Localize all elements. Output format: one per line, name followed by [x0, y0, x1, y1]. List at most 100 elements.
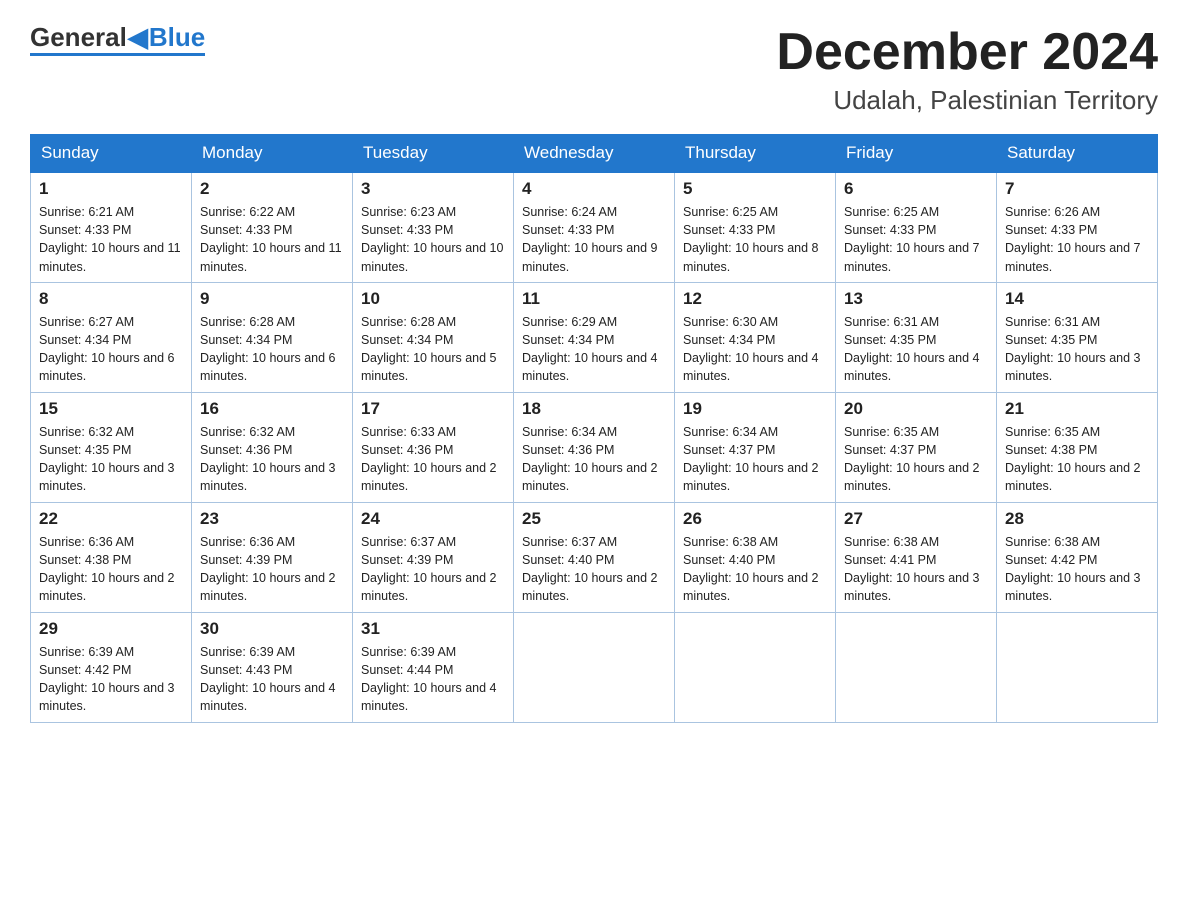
location-title: Udalah, Palestinian Territory [776, 85, 1158, 116]
day-number: 16 [200, 399, 344, 419]
page-header: General ◀ Blue December 2024 Udalah, Pal… [30, 24, 1158, 116]
calendar-cell: 20Sunrise: 6:35 AMSunset: 4:37 PMDayligh… [836, 392, 997, 502]
calendar-cell: 17 Sunrise: 6:33 AMSunset: 4:36 PMDayligh… [353, 392, 514, 502]
calendar-cell: 1Sunrise: 6:21 AMSunset: 4:33 PMDaylight… [31, 172, 192, 282]
day-number: 10 [361, 289, 505, 309]
day-detail: Sunrise: 6:30 AMSunset: 4:34 PMDaylight:… [683, 313, 827, 386]
day-detail: Sunrise: 6:32 AMSunset: 4:35 PMDaylight:… [39, 423, 183, 496]
day-detail: Sunrise: 6:39 AMSunset: 4:43 PMDaylight:… [200, 643, 344, 716]
calendar-cell: 29 Sunrise: 6:39 AMSunset: 4:42 PMDayligh… [31, 612, 192, 722]
col-header-tuesday: Tuesday [353, 135, 514, 173]
calendar-week-row: 29 Sunrise: 6:39 AMSunset: 4:42 PMDayligh… [31, 612, 1158, 722]
day-number: 25 [522, 509, 666, 529]
day-number: 5 [683, 179, 827, 199]
calendar-cell: 31Sunrise: 6:39 AMSunset: 4:44 PMDayligh… [353, 612, 514, 722]
title-block: December 2024 Udalah, Palestinian Territ… [776, 24, 1158, 116]
logo-general-text: General [30, 24, 127, 50]
calendar-cell: 25 Sunrise: 6:37 AMSunset: 4:40 PMDayligh… [514, 502, 675, 612]
day-detail: Sunrise: 6:32 AMSunset: 4:36 PMDaylight:… [200, 423, 344, 496]
calendar-week-row: 1Sunrise: 6:21 AMSunset: 4:33 PMDaylight… [31, 172, 1158, 282]
col-header-wednesday: Wednesday [514, 135, 675, 173]
day-detail: Sunrise: 6:36 AMSunset: 4:39 PMDaylight:… [200, 533, 344, 606]
day-detail: Sunrise: 6:33 AMSunset: 4:36 PMDaylight:… [361, 423, 505, 496]
calendar-cell: 8Sunrise: 6:27 AMSunset: 4:34 PMDaylight… [31, 282, 192, 392]
day-detail: Sunrise: 6:31 AMSunset: 4:35 PMDaylight:… [1005, 313, 1149, 386]
calendar-cell: 12 Sunrise: 6:30 AMSunset: 4:34 PMDayligh… [675, 282, 836, 392]
day-number: 28 [1005, 509, 1149, 529]
calendar-cell: 9Sunrise: 6:28 AMSunset: 4:34 PMDaylight… [192, 282, 353, 392]
calendar-cell: 16 Sunrise: 6:32 AMSunset: 4:36 PMDayligh… [192, 392, 353, 502]
logo: General ◀ Blue [30, 24, 205, 56]
day-detail: Sunrise: 6:23 AMSunset: 4:33 PMDaylight:… [361, 203, 505, 276]
day-detail: Sunrise: 6:31 AMSunset: 4:35 PMDaylight:… [844, 313, 988, 386]
day-detail: Sunrise: 6:22 AMSunset: 4:33 PMDaylight:… [200, 203, 344, 276]
calendar-week-row: 15Sunrise: 6:32 AMSunset: 4:35 PMDayligh… [31, 392, 1158, 502]
day-detail: Sunrise: 6:24 AMSunset: 4:33 PMDaylight:… [522, 203, 666, 276]
col-header-saturday: Saturday [997, 135, 1158, 173]
calendar-cell: 23 Sunrise: 6:36 AMSunset: 4:39 PMDayligh… [192, 502, 353, 612]
day-number: 1 [39, 179, 183, 199]
calendar-cell: 30 Sunrise: 6:39 AMSunset: 4:43 PMDayligh… [192, 612, 353, 722]
calendar-cell: 21 Sunrise: 6:35 AMSunset: 4:38 PMDayligh… [997, 392, 1158, 502]
calendar-cell [997, 612, 1158, 722]
calendar-cell: 4Sunrise: 6:24 AMSunset: 4:33 PMDaylight… [514, 172, 675, 282]
calendar-cell: 28Sunrise: 6:38 AMSunset: 4:42 PMDayligh… [997, 502, 1158, 612]
day-number: 2 [200, 179, 344, 199]
day-detail: Sunrise: 6:38 AMSunset: 4:41 PMDaylight:… [844, 533, 988, 606]
calendar-cell: 19 Sunrise: 6:34 AMSunset: 4:37 PMDayligh… [675, 392, 836, 502]
day-number: 24 [361, 509, 505, 529]
day-detail: Sunrise: 6:28 AMSunset: 4:34 PMDaylight:… [200, 313, 344, 386]
day-number: 19 [683, 399, 827, 419]
day-detail: Sunrise: 6:39 AMSunset: 4:42 PMDaylight:… [39, 643, 183, 716]
day-number: 21 [1005, 399, 1149, 419]
day-number: 11 [522, 289, 666, 309]
day-number: 30 [200, 619, 344, 639]
day-detail: Sunrise: 6:38 AMSunset: 4:40 PMDaylight:… [683, 533, 827, 606]
day-number: 7 [1005, 179, 1149, 199]
calendar-cell [514, 612, 675, 722]
calendar-cell: 27 Sunrise: 6:38 AMSunset: 4:41 PMDayligh… [836, 502, 997, 612]
calendar-cell: 24 Sunrise: 6:37 AMSunset: 4:39 PMDayligh… [353, 502, 514, 612]
calendar-week-row: 22Sunrise: 6:36 AMSunset: 4:38 PMDayligh… [31, 502, 1158, 612]
day-detail: Sunrise: 6:37 AMSunset: 4:39 PMDaylight:… [361, 533, 505, 606]
day-number: 14 [1005, 289, 1149, 309]
calendar-cell: 18 Sunrise: 6:34 AMSunset: 4:36 PMDayligh… [514, 392, 675, 502]
day-detail: Sunrise: 6:36 AMSunset: 4:38 PMDaylight:… [39, 533, 183, 606]
col-header-thursday: Thursday [675, 135, 836, 173]
day-number: 8 [39, 289, 183, 309]
day-detail: Sunrise: 6:29 AMSunset: 4:34 PMDaylight:… [522, 313, 666, 386]
day-number: 3 [361, 179, 505, 199]
day-detail: Sunrise: 6:37 AMSunset: 4:40 PMDaylight:… [522, 533, 666, 606]
calendar-cell [675, 612, 836, 722]
day-detail: Sunrise: 6:35 AMSunset: 4:38 PMDaylight:… [1005, 423, 1149, 496]
calendar-week-row: 8Sunrise: 6:27 AMSunset: 4:34 PMDaylight… [31, 282, 1158, 392]
day-number: 23 [200, 509, 344, 529]
calendar-cell: 2 Sunrise: 6:22 AMSunset: 4:33 PMDaylight… [192, 172, 353, 282]
day-detail: Sunrise: 6:35 AMSunset: 4:37 PMDaylight:… [844, 423, 988, 496]
calendar-table: SundayMondayTuesdayWednesdayThursdayFrid… [30, 134, 1158, 723]
day-detail: Sunrise: 6:34 AMSunset: 4:36 PMDaylight:… [522, 423, 666, 496]
day-number: 17 [361, 399, 505, 419]
calendar-cell: 22Sunrise: 6:36 AMSunset: 4:38 PMDayligh… [31, 502, 192, 612]
calendar-cell: 7 Sunrise: 6:26 AMSunset: 4:33 PMDaylight… [997, 172, 1158, 282]
day-number: 13 [844, 289, 988, 309]
day-number: 6 [844, 179, 988, 199]
calendar-cell [836, 612, 997, 722]
logo-underline [30, 53, 205, 56]
day-number: 27 [844, 509, 988, 529]
calendar-cell: 5 Sunrise: 6:25 AMSunset: 4:33 PMDaylight… [675, 172, 836, 282]
day-detail: Sunrise: 6:25 AMSunset: 4:33 PMDaylight:… [683, 203, 827, 276]
day-number: 29 [39, 619, 183, 639]
calendar-cell: 14 Sunrise: 6:31 AMSunset: 4:35 PMDayligh… [997, 282, 1158, 392]
day-detail: Sunrise: 6:26 AMSunset: 4:33 PMDaylight:… [1005, 203, 1149, 276]
day-number: 18 [522, 399, 666, 419]
day-detail: Sunrise: 6:28 AMSunset: 4:34 PMDaylight:… [361, 313, 505, 386]
calendar-cell: 10 Sunrise: 6:28 AMSunset: 4:34 PMDayligh… [353, 282, 514, 392]
calendar-cell: 13 Sunrise: 6:31 AMSunset: 4:35 PMDayligh… [836, 282, 997, 392]
month-title: December 2024 [776, 24, 1158, 81]
day-detail: Sunrise: 6:34 AMSunset: 4:37 PMDaylight:… [683, 423, 827, 496]
day-number: 12 [683, 289, 827, 309]
calendar-cell: 26Sunrise: 6:38 AMSunset: 4:40 PMDayligh… [675, 502, 836, 612]
day-detail: Sunrise: 6:25 AMSunset: 4:33 PMDaylight:… [844, 203, 988, 276]
col-header-monday: Monday [192, 135, 353, 173]
